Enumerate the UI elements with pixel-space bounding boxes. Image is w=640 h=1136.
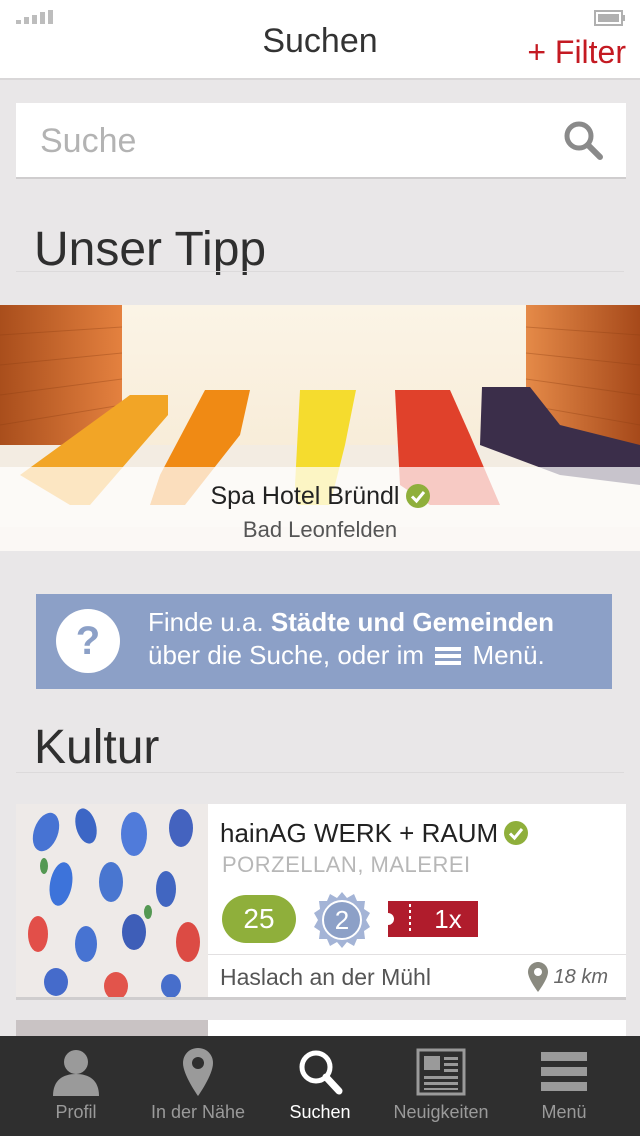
verified-check-icon bbox=[504, 821, 529, 845]
info-line2-menu: Menü. bbox=[472, 640, 545, 670]
menu-icon bbox=[435, 647, 462, 665]
app-header: Suchen + Filter bbox=[0, 0, 640, 80]
location-pin-icon bbox=[183, 1048, 213, 1096]
tab-label: Suchen bbox=[289, 1102, 351, 1122]
section-title-tip: Unser Tipp bbox=[34, 223, 267, 276]
featured-tip-card[interactable]: Spa Hotel Bründl Bad Leonfelden bbox=[0, 305, 640, 551]
tab-label: Profil bbox=[55, 1102, 97, 1122]
tab-label: In der Nähe bbox=[150, 1102, 246, 1122]
tab-menue[interactable]: Menü bbox=[500, 1036, 628, 1136]
search-icon[interactable] bbox=[562, 119, 604, 161]
search-input[interactable] bbox=[38, 117, 542, 165]
newspaper-icon bbox=[416, 1048, 466, 1096]
info-banner[interactable]: ? Finde u.a. Städte und Gemeinden über d… bbox=[36, 594, 612, 689]
ticket-value: 1x bbox=[434, 904, 462, 934]
svg-text:?: ? bbox=[76, 619, 100, 663]
item-category: PORZELLAN, MALEREI bbox=[222, 852, 471, 877]
help-icon: ? bbox=[56, 609, 120, 673]
menu-icon bbox=[541, 1052, 587, 1091]
points-badge: 25 bbox=[222, 895, 296, 943]
location-pin-icon bbox=[528, 962, 548, 992]
item-distance: 18 km bbox=[553, 966, 608, 988]
item-title-row: hainAG WERK + RAUM bbox=[220, 818, 529, 849]
featured-location: Bad Leonfelden bbox=[242, 517, 398, 542]
info-line2-text: über die Suche, oder im bbox=[148, 640, 425, 670]
info-text: Finde u.a. Städte und Gemeinden über die… bbox=[148, 606, 554, 672]
featured-caption: Spa Hotel Bründl Bad Leonfelden bbox=[0, 467, 640, 551]
bottom-tab-bar: Profil In der Nähe Suchen Neuigkeiten Me… bbox=[0, 1036, 640, 1136]
tab-in-der-naehe[interactable]: In der Nähe bbox=[134, 1036, 262, 1136]
tab-label: Menü bbox=[541, 1102, 587, 1122]
rosette-value: 2 bbox=[334, 905, 350, 935]
card-divider bbox=[208, 954, 626, 955]
section-divider bbox=[16, 271, 624, 272]
info-line1-text: Finde u.a. bbox=[148, 607, 271, 637]
search-icon bbox=[299, 1050, 343, 1095]
list-item[interactable]: hainAG WERK + RAUM PORZELLAN, MALEREI 25… bbox=[16, 804, 626, 1000]
item-title: hainAG WERK + RAUM bbox=[220, 818, 499, 848]
info-line1-bold: Städte und Gemeinden bbox=[270, 607, 555, 637]
tab-suchen[interactable]: Suchen bbox=[256, 1036, 384, 1136]
tab-profil[interactable]: Profil bbox=[12, 1036, 140, 1136]
search-box bbox=[16, 103, 626, 179]
tab-label: Neuigkeiten bbox=[393, 1102, 489, 1122]
verified-check-icon bbox=[405, 484, 430, 508]
section-divider bbox=[16, 772, 624, 773]
rosette-badge: 2 bbox=[312, 890, 372, 950]
featured-name: Spa Hotel Bründl bbox=[210, 482, 400, 510]
person-icon bbox=[53, 1050, 99, 1096]
tab-neuigkeiten[interactable]: Neuigkeiten bbox=[377, 1036, 505, 1136]
ticket-badge: 1x bbox=[388, 901, 478, 937]
item-thumbnail bbox=[16, 804, 208, 997]
item-location: Haslach an der Mühl bbox=[220, 964, 431, 990]
section-title-kultur: Kultur bbox=[34, 721, 160, 774]
filter-button[interactable]: + Filter bbox=[527, 34, 626, 71]
